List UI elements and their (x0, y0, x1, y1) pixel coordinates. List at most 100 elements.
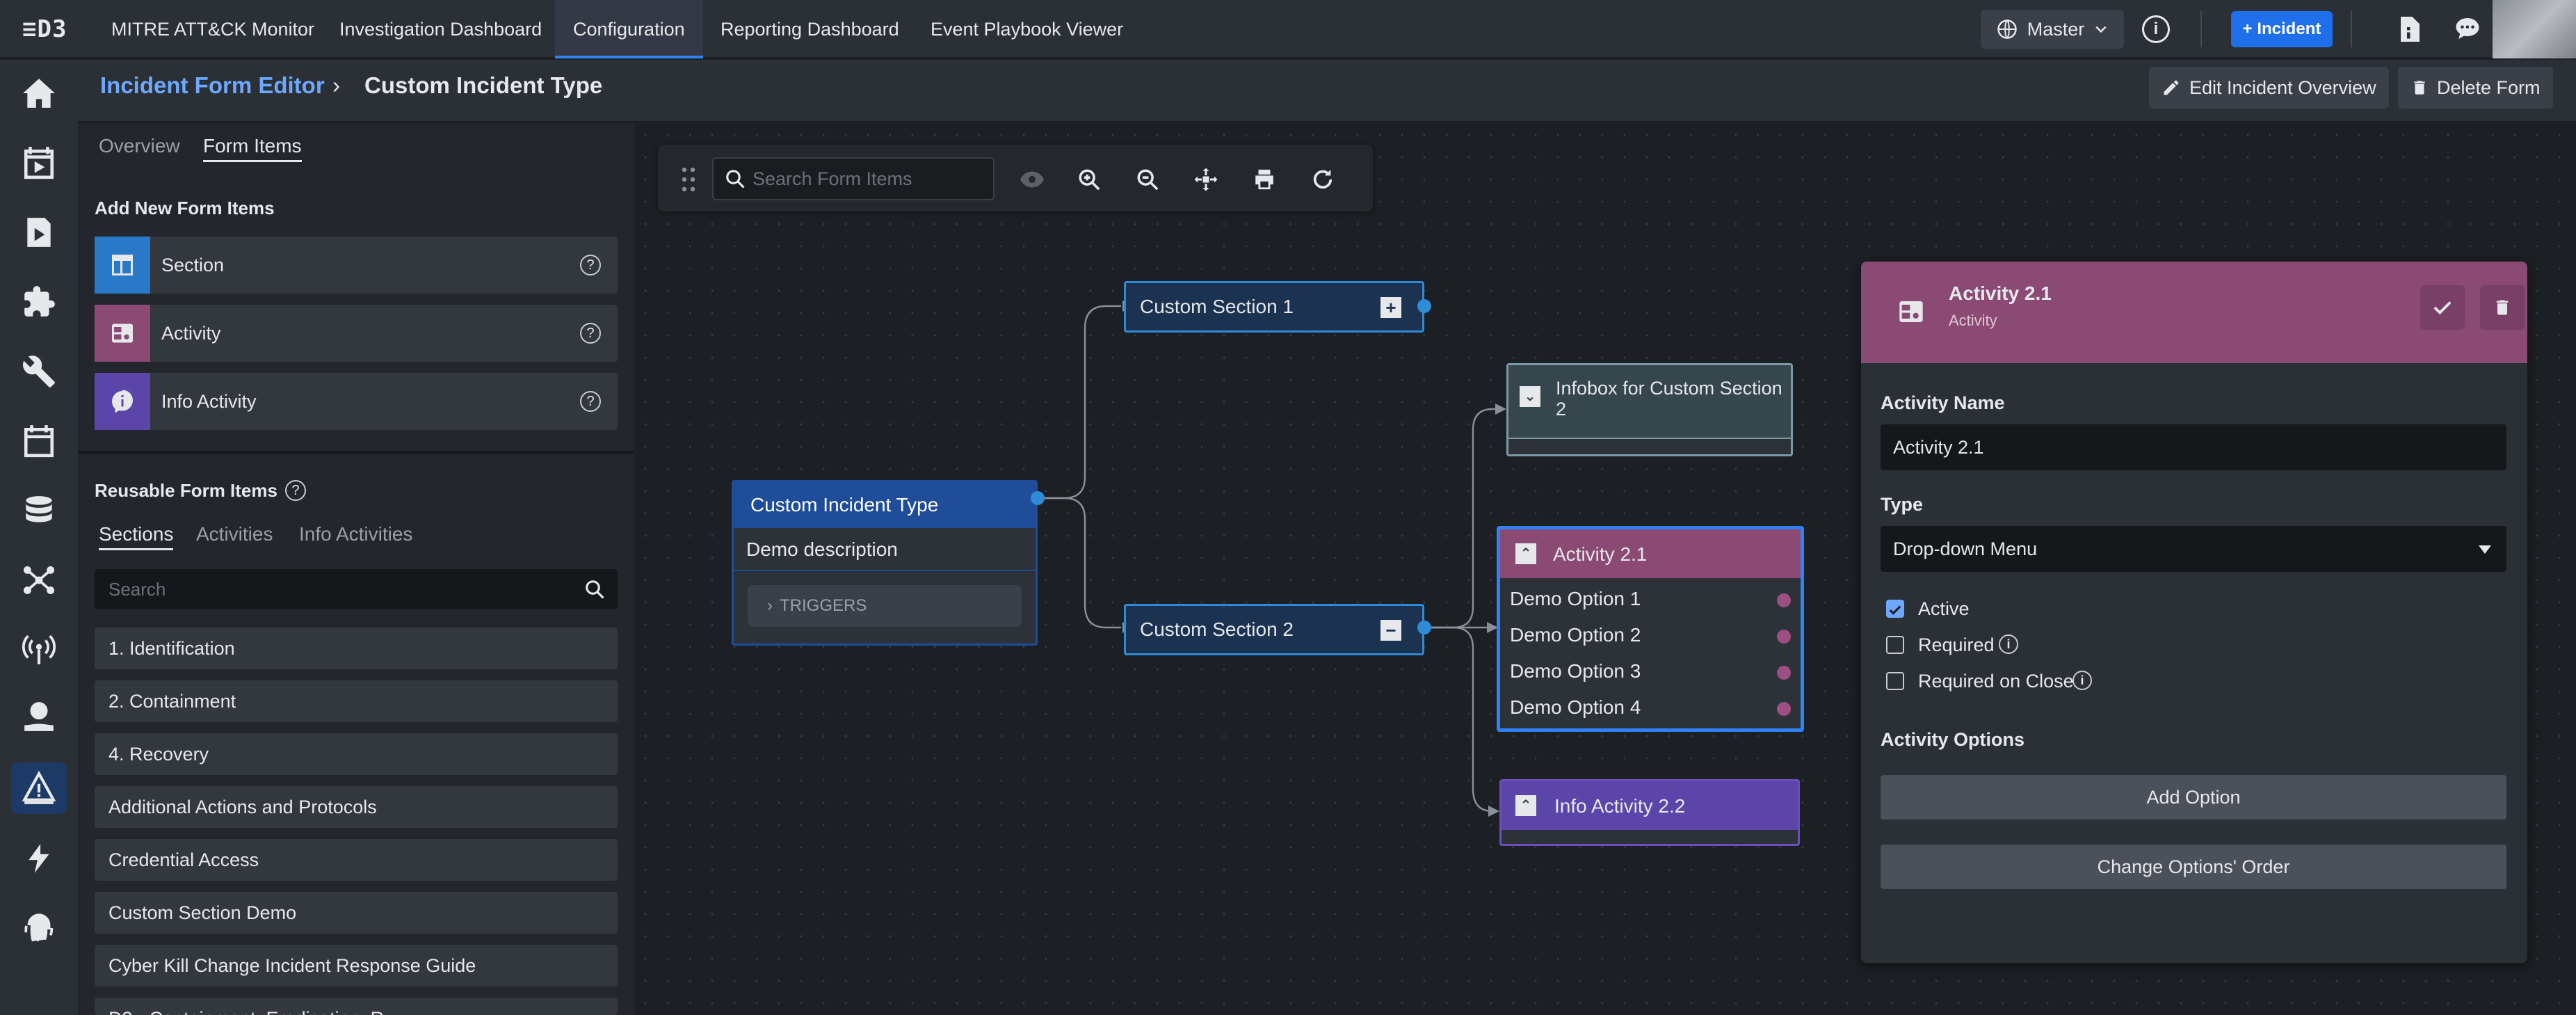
zoom-in-icon[interactable] (1074, 164, 1104, 195)
required-checkbox[interactable] (1886, 636, 1904, 654)
calendar-play-icon[interactable] (0, 142, 78, 184)
connector-handle[interactable] (1031, 491, 1045, 505)
help-icon[interactable]: ? (285, 480, 306, 501)
collapse-chevron-icon[interactable]: ⌄ (1520, 386, 1540, 407)
activity-option[interactable]: Demo Option 1 (1510, 588, 1791, 610)
tab-sections[interactable]: Sections (99, 523, 174, 550)
form-editor-icon[interactable] (11, 762, 67, 814)
environment-selector[interactable]: Master (1981, 10, 2124, 49)
sync-icon[interactable] (0, 838, 78, 879)
properties-panel: Activity 2.1 Activity Activity Name Type… (1861, 262, 2527, 963)
info-icon[interactable]: i (2142, 15, 2170, 43)
reusable-section-item[interactable]: D3 - Containment, Eradication, R (95, 998, 618, 1015)
reusable-section-item[interactable]: 4. Recovery (95, 733, 618, 775)
nav-tab-configuration[interactable]: Configuration (555, 0, 703, 58)
info-activity-node[interactable]: ⌃ Info Activity 2.2 (1499, 779, 1800, 846)
info-icon[interactable]: i (1999, 634, 2018, 654)
connector-handle[interactable] (1417, 621, 1431, 634)
properties-header: Activity 2.1 Activity (1861, 262, 2527, 363)
reusable-section-item[interactable]: Cyber Kill Change Incident Response Guid… (95, 945, 618, 986)
triggers-button[interactable]: › TRIGGERS (748, 585, 1022, 627)
network-icon[interactable] (0, 559, 78, 601)
reusable-search-input[interactable] (108, 569, 567, 609)
option-dot (1777, 702, 1791, 716)
home-icon[interactable] (0, 72, 78, 114)
edit-incident-overview-button[interactable]: Edit Incident Overview (2149, 67, 2389, 109)
delete-activity-button[interactable] (2480, 285, 2525, 330)
collapse-chevron-icon[interactable]: ⌃ (1515, 543, 1536, 564)
add-activity-item[interactable]: Activity ? (95, 305, 618, 362)
activity-option[interactable]: Demo Option 3 (1510, 660, 1791, 682)
help-icon[interactable]: ? (580, 323, 601, 344)
canvas-search-input[interactable] (752, 159, 989, 199)
drag-handle-icon[interactable] (682, 167, 695, 192)
tab-activities[interactable]: Activities (196, 523, 273, 545)
broadcast-icon[interactable] (0, 629, 78, 671)
activity-icon (95, 305, 150, 362)
infobox-node[interactable]: ⌄ Infobox for Custom Section 2 (1506, 363, 1793, 456)
activity-option[interactable]: Demo Option 4 (1510, 696, 1791, 719)
nav-tab-mitre[interactable]: MITRE ATT&CK Monitor (93, 0, 332, 58)
expand-plus-icon[interactable]: + (1380, 297, 1401, 318)
collapse-minus-icon[interactable]: − (1380, 620, 1401, 641)
check-icon (2433, 301, 2452, 315)
reusable-section-item[interactable]: 1. Identification (95, 628, 618, 669)
playbook-icon[interactable] (0, 211, 78, 253)
active-checkbox[interactable] (1886, 600, 1904, 618)
incident-type-node[interactable]: Custom Incident Type Demo description › T… (732, 480, 1038, 646)
type-select-value: Drop-down Menu (1893, 538, 2038, 559)
collapse-chevron-icon[interactable]: ⌃ (1515, 795, 1536, 816)
chat-icon[interactable] (2455, 17, 2480, 42)
delete-form-button[interactable]: Delete Form (2398, 67, 2553, 109)
nav-tab-reporting[interactable]: Reporting Dashboard (702, 0, 917, 58)
activity-option[interactable]: Demo Option 2 (1510, 624, 1791, 646)
database-icon[interactable] (0, 490, 78, 532)
tab-overview[interactable]: Overview (99, 135, 180, 157)
add-section-item[interactable]: Section ? (95, 237, 618, 294)
required-on-close-checkbox[interactable] (1886, 672, 1904, 690)
info-icon[interactable]: i (2072, 671, 2092, 690)
activity-name-field (1881, 424, 2506, 470)
tab-form-items[interactable]: Form Items (203, 135, 302, 162)
activity-node-selected[interactable]: ⌃ Activity 2.1 Demo Option 1 Demo Option… (1497, 526, 1804, 732)
refresh-icon[interactable] (1307, 164, 1338, 195)
breadcrumb-parent[interactable]: Incident Form Editor (100, 72, 325, 99)
section-node-1[interactable]: Custom Section 1 + (1124, 281, 1424, 333)
required-on-close-label: Required on Close (1918, 671, 2074, 692)
add-info-activity-item[interactable]: Info Activity ? (95, 373, 618, 430)
tools-icon[interactable] (0, 351, 78, 392)
add-option-button[interactable]: Add Option (1881, 775, 2506, 820)
connector-handle[interactable] (1417, 299, 1431, 313)
search-icon (726, 170, 745, 189)
type-select[interactable]: Drop-down Menu (1881, 526, 2506, 572)
document-icon[interactable] (2397, 17, 2422, 42)
eye-icon[interactable] (1017, 164, 1047, 195)
puzzle-icon[interactable] (0, 281, 78, 323)
change-options-order-button[interactable]: Change Options' Order (1881, 845, 2506, 889)
reusable-section-item[interactable]: Custom Section Demo (95, 892, 618, 934)
fingerprint-icon[interactable] (0, 907, 78, 949)
panel-divider (78, 451, 634, 454)
search-icon[interactable] (584, 579, 605, 600)
tab-info-activities[interactable]: Info Activities (299, 523, 412, 545)
fit-view-icon[interactable] (1191, 164, 1221, 195)
app-logo[interactable]: ≡D3 (22, 15, 67, 43)
reusable-section-item[interactable]: Additional Actions and Protocols (95, 786, 618, 828)
nav-tab-investigation[interactable]: Investigation Dashboard (321, 0, 560, 58)
user-avatar[interactable] (2493, 0, 2576, 58)
zoom-out-icon[interactable] (1132, 164, 1163, 195)
print-icon[interactable] (1249, 164, 1280, 195)
nav-tab-event-playbook[interactable]: Event Playbook Viewer (912, 0, 1141, 58)
confirm-button[interactable] (2420, 285, 2465, 330)
reusable-search (95, 569, 618, 609)
reusable-section-item[interactable]: 2. Containment (95, 680, 618, 722)
section-node-2[interactable]: Custom Section 2 − (1124, 604, 1424, 655)
new-incident-button[interactable]: + Incident (2231, 11, 2333, 47)
activity-name-input[interactable] (1893, 424, 2491, 470)
pencil-icon (2164, 80, 2179, 95)
calendar-icon[interactable] (0, 420, 78, 462)
reusable-section-item[interactable]: Credential Access (95, 839, 618, 881)
help-icon[interactable]: ? (580, 255, 601, 275)
help-icon[interactable]: ? (580, 391, 601, 412)
globe-hand-icon[interactable] (0, 696, 78, 737)
